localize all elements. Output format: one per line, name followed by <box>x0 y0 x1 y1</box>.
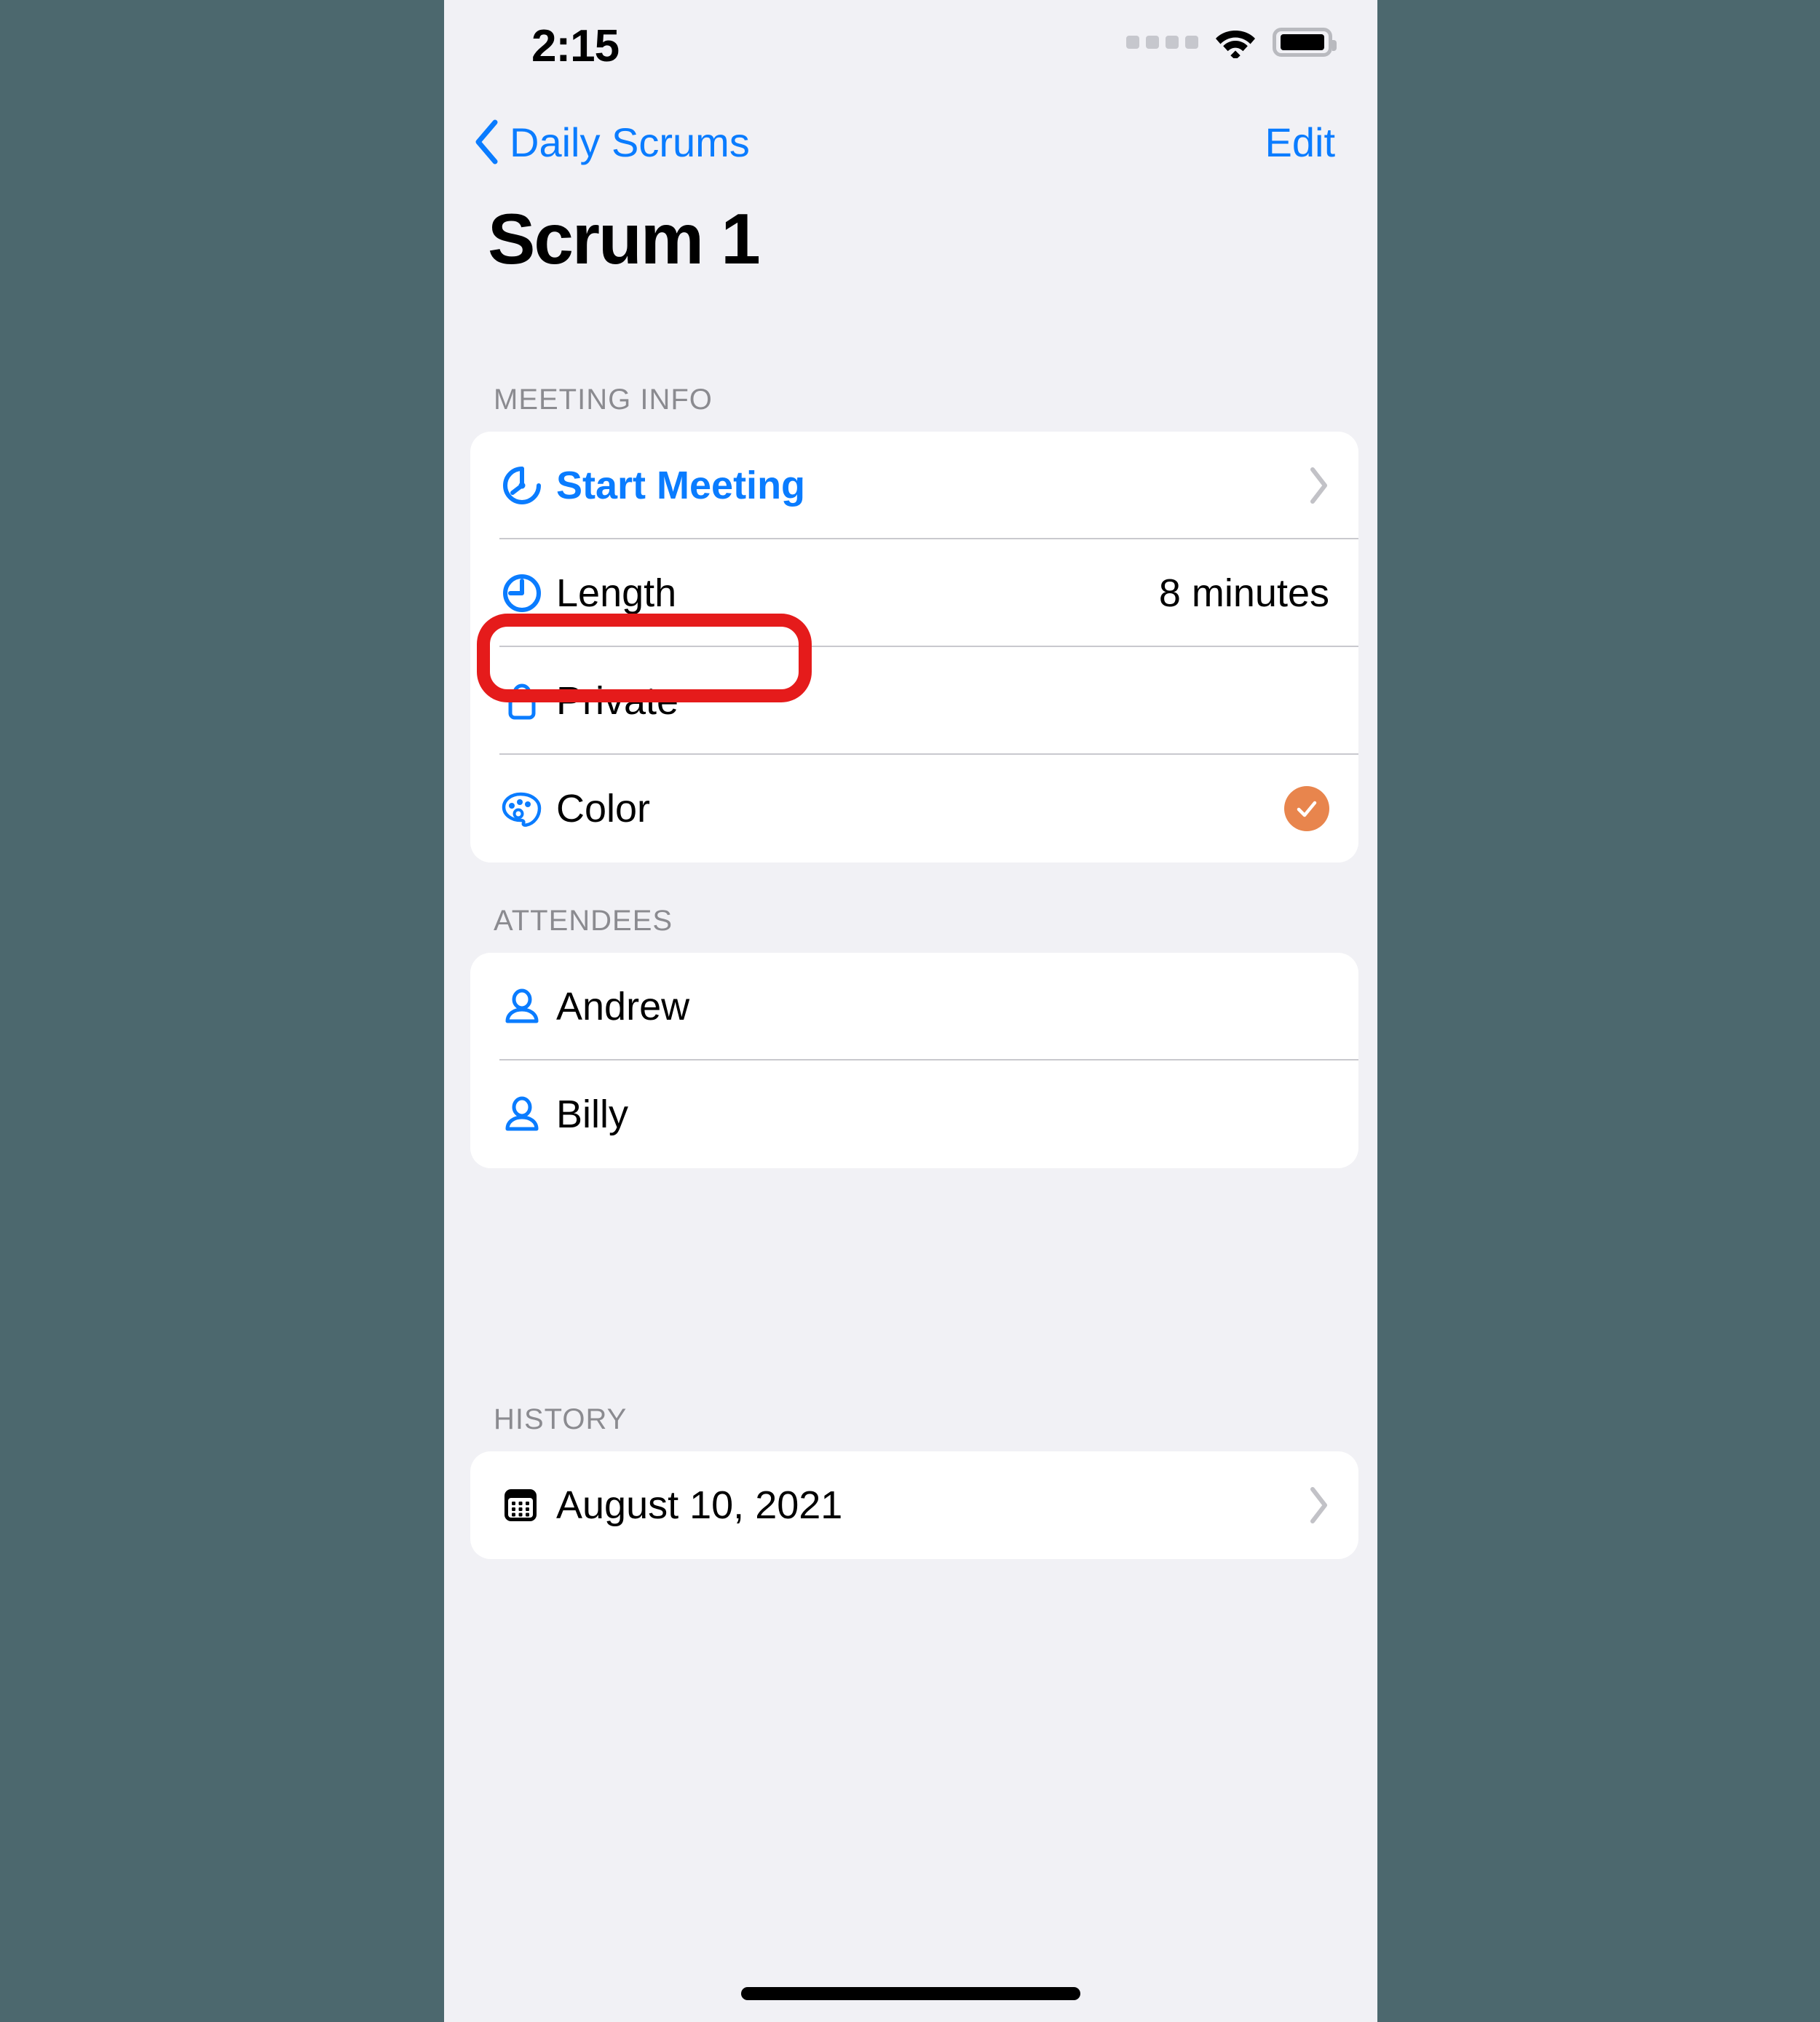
history-card: August 10, 2021 <box>470 1451 1358 1559</box>
page-title: Scrum 1 <box>488 199 761 279</box>
wifi-icon <box>1214 26 1257 58</box>
person-icon <box>499 984 556 1029</box>
row-attendee[interactable]: Billy <box>470 1060 1358 1168</box>
chevron-right-icon <box>1294 1486 1329 1524</box>
status-bar: 2:15 <box>444 0 1377 109</box>
edit-button[interactable]: Edit <box>1265 109 1336 175</box>
clock-icon <box>499 571 556 616</box>
lock-icon <box>499 678 556 723</box>
chevron-right-icon <box>1294 467 1329 504</box>
row-start-meeting[interactable]: Start Meeting <box>470 432 1358 539</box>
home-indicator <box>741 1987 1080 2000</box>
row-label-private: Private <box>556 679 679 723</box>
row-length[interactable]: Length 8 minutes <box>470 539 1358 647</box>
calendar-icon <box>499 1484 556 1526</box>
section-header-meeting-info: MEETING INFO <box>494 384 713 416</box>
section-header-attendees: ATTENDEES <box>494 905 673 937</box>
attendees-card: Andrew Billy <box>470 953 1358 1168</box>
row-label-attendee: Billy <box>556 1093 629 1136</box>
checkmark-icon <box>1297 801 1317 817</box>
battery-icon <box>1273 28 1337 57</box>
meeting-info-card: Start Meeting Length 8 minutes Private C… <box>470 432 1358 863</box>
row-label-start-meeting: Start Meeting <box>556 464 806 507</box>
back-button[interactable]: Daily Scrums <box>473 109 750 175</box>
row-color[interactable]: Color <box>470 755 1358 863</box>
palette-icon <box>499 786 556 831</box>
section-header-history: HISTORY <box>494 1403 628 1435</box>
status-bar-indicators <box>1126 26 1337 58</box>
row-label-length: Length <box>556 571 677 615</box>
row-label-color: Color <box>556 787 651 830</box>
person-icon <box>499 1092 556 1137</box>
row-label-attendee: Andrew <box>556 985 690 1028</box>
signal-dots-icon <box>1126 36 1198 49</box>
chevron-left-icon <box>473 119 499 164</box>
timer-icon <box>499 463 556 508</box>
navigation-bar: Daily Scrums Edit <box>444 109 1377 182</box>
status-bar-clock: 2:15 <box>531 21 620 71</box>
color-swatch[interactable] <box>1284 786 1329 831</box>
row-value-length: 8 minutes <box>1158 571 1329 615</box>
row-label-history-date: August 10, 2021 <box>556 1483 843 1527</box>
row-attendee[interactable]: Andrew <box>470 953 1358 1060</box>
back-button-label: Daily Scrums <box>510 119 750 165</box>
screenshot-stage: 2:15 Daily Scrums Edit Scrum 1 MEETING I… <box>0 0 1820 2022</box>
row-private[interactable]: Private <box>470 647 1358 755</box>
phone-screen: 2:15 Daily Scrums Edit Scrum 1 MEETING I… <box>444 0 1377 2022</box>
row-history-entry[interactable]: August 10, 2021 <box>470 1451 1358 1559</box>
